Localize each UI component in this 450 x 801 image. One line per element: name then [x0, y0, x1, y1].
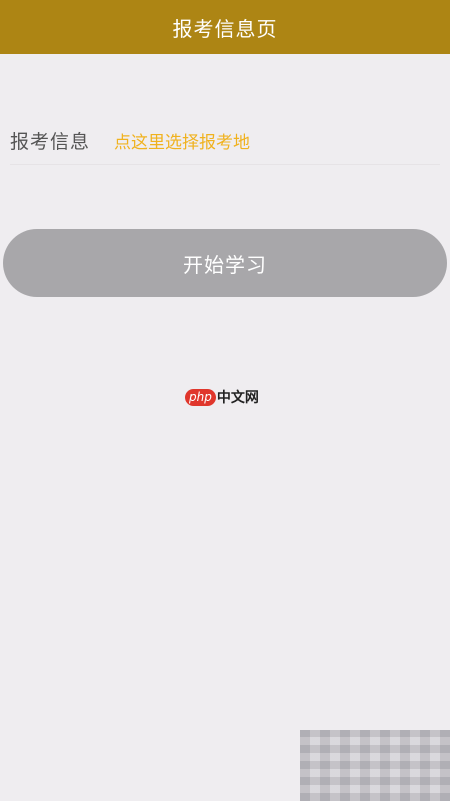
mosaic-blur-overlay	[300, 730, 450, 801]
start-learning-label: 开始学习	[183, 252, 267, 277]
php-cn-watermark: php 中文网	[185, 389, 259, 406]
divider	[10, 164, 440, 165]
header-bar: 报考信息页	[0, 0, 450, 54]
watermark-text: 中文网	[216, 389, 259, 406]
exam-location-picker[interactable]: 点这里选择报考地	[114, 128, 250, 153]
start-learning-button[interactable]: 开始学习	[3, 229, 447, 297]
page-title: 报考信息页	[172, 16, 278, 41]
exam-info-label: 报考信息	[10, 130, 91, 153]
app-screen: 报考信息页 报考信息 点这里选择报考地 开始学习 php 中文网	[0, 0, 450, 801]
watermark-php-logo: php	[185, 389, 216, 406]
exam-info-row: 报考信息 点这里选择报考地	[0, 110, 450, 170]
